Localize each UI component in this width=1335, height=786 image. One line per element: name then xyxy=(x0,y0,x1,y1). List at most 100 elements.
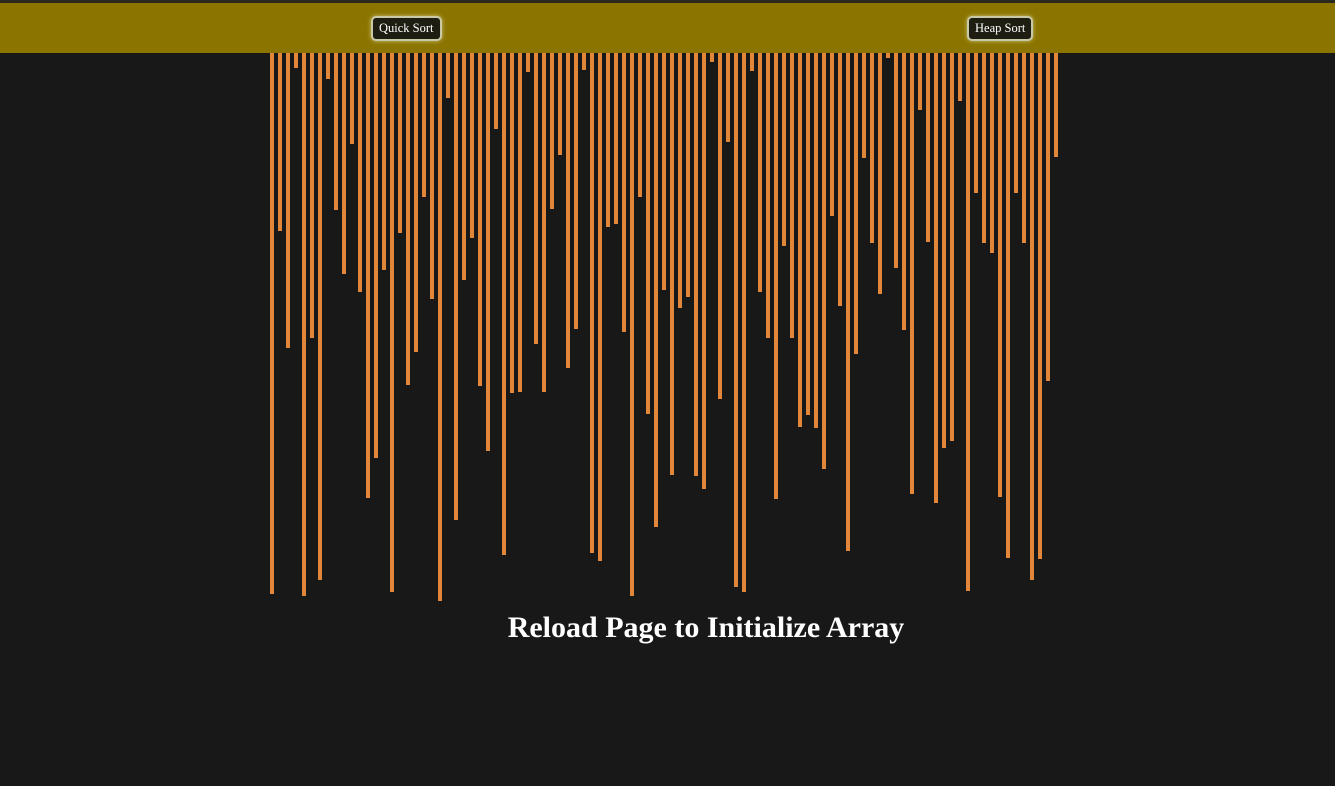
array-bar xyxy=(422,53,426,197)
array-bar xyxy=(502,53,506,555)
array-bar xyxy=(982,53,986,243)
array-bar xyxy=(398,53,402,233)
array-bar xyxy=(958,53,962,101)
array-bar xyxy=(470,53,474,238)
array-bar xyxy=(646,53,650,414)
array-bar xyxy=(590,53,594,553)
array-bar xyxy=(302,53,306,596)
reload-message: Reload Page to Initialize Array xyxy=(507,611,905,644)
array-bar xyxy=(990,53,994,253)
array-bar xyxy=(710,53,714,62)
array-bar xyxy=(998,53,1002,497)
array-bar xyxy=(270,53,274,594)
array-bar xyxy=(406,53,410,385)
array-bar xyxy=(334,53,338,210)
array-bar xyxy=(494,53,498,129)
array-bar xyxy=(486,53,490,451)
array-bar xyxy=(798,53,802,427)
array-bar xyxy=(678,53,682,308)
array-bar xyxy=(726,53,730,142)
heap-sort-button[interactable]: Heap Sort xyxy=(967,16,1034,41)
array-bar xyxy=(534,53,538,344)
array-bar xyxy=(686,53,690,297)
array-bar xyxy=(814,53,818,428)
array-bar xyxy=(326,53,330,79)
array-bar xyxy=(558,53,562,155)
array-bar xyxy=(758,53,762,292)
array-bar xyxy=(294,53,298,68)
array-bar xyxy=(846,53,850,551)
toolbar: Quick Sort Heap Sort xyxy=(0,3,1335,53)
array-bar xyxy=(742,53,746,592)
array-bar xyxy=(878,53,882,294)
array-bar xyxy=(414,53,418,352)
array-bar xyxy=(310,53,314,338)
array-bar xyxy=(902,53,906,330)
array-bar xyxy=(974,53,978,193)
array-bar xyxy=(702,53,706,489)
array-bar xyxy=(918,53,922,110)
array-bar xyxy=(510,53,514,393)
array-bar xyxy=(662,53,666,290)
array-bar xyxy=(862,53,866,158)
array-bar xyxy=(1006,53,1010,558)
array-bar xyxy=(934,53,938,503)
array-bar xyxy=(342,53,346,274)
array-bar xyxy=(574,53,578,329)
array-bar xyxy=(790,53,794,338)
array-bar xyxy=(926,53,930,242)
array-bar xyxy=(478,53,482,386)
array-bar xyxy=(390,53,394,592)
array-bar xyxy=(750,53,754,71)
array-bar xyxy=(462,53,466,280)
array-bar xyxy=(734,53,738,587)
quick-sort-button[interactable]: Quick Sort xyxy=(371,16,442,41)
array-bar xyxy=(1054,53,1058,157)
array-bar xyxy=(526,53,530,72)
array-bar xyxy=(430,53,434,299)
array-bar xyxy=(718,53,722,399)
array-bar xyxy=(1030,53,1034,580)
array-bar xyxy=(950,53,954,441)
array-bar xyxy=(870,53,874,243)
array-bar xyxy=(1038,53,1042,559)
array-bar xyxy=(582,53,586,70)
array-bar xyxy=(518,53,522,392)
array-bar xyxy=(382,53,386,270)
array-bar xyxy=(606,53,610,227)
array-bar xyxy=(830,53,834,216)
array-bar xyxy=(774,53,778,499)
array-bar xyxy=(374,53,378,458)
array-bar xyxy=(454,53,458,520)
array-bar xyxy=(894,53,898,268)
array-bar xyxy=(278,53,282,231)
array-bar xyxy=(694,53,698,476)
array-bar xyxy=(1046,53,1050,381)
array-bar xyxy=(350,53,354,144)
array-bar xyxy=(598,53,602,561)
array-bar xyxy=(550,53,554,209)
array-bar xyxy=(910,53,914,494)
array-bar xyxy=(1014,53,1018,193)
array-bar xyxy=(286,53,290,348)
array-bar xyxy=(886,53,890,58)
array-bar xyxy=(318,53,322,580)
array-bar xyxy=(630,53,634,596)
array-bar xyxy=(566,53,570,368)
array-bar xyxy=(366,53,370,498)
array-bar xyxy=(854,53,858,354)
array-bar xyxy=(806,53,810,415)
array-bars xyxy=(0,53,1335,613)
array-bar xyxy=(446,53,450,98)
array-bar xyxy=(766,53,770,338)
array-bar xyxy=(670,53,674,475)
array-bar xyxy=(822,53,826,469)
array-bar xyxy=(654,53,658,527)
array-bar xyxy=(614,53,618,224)
array-bar xyxy=(358,53,362,292)
array-bar xyxy=(966,53,970,591)
array-bar xyxy=(782,53,786,246)
array-bar xyxy=(638,53,642,197)
array-bar xyxy=(438,53,442,601)
array-bar xyxy=(942,53,946,448)
